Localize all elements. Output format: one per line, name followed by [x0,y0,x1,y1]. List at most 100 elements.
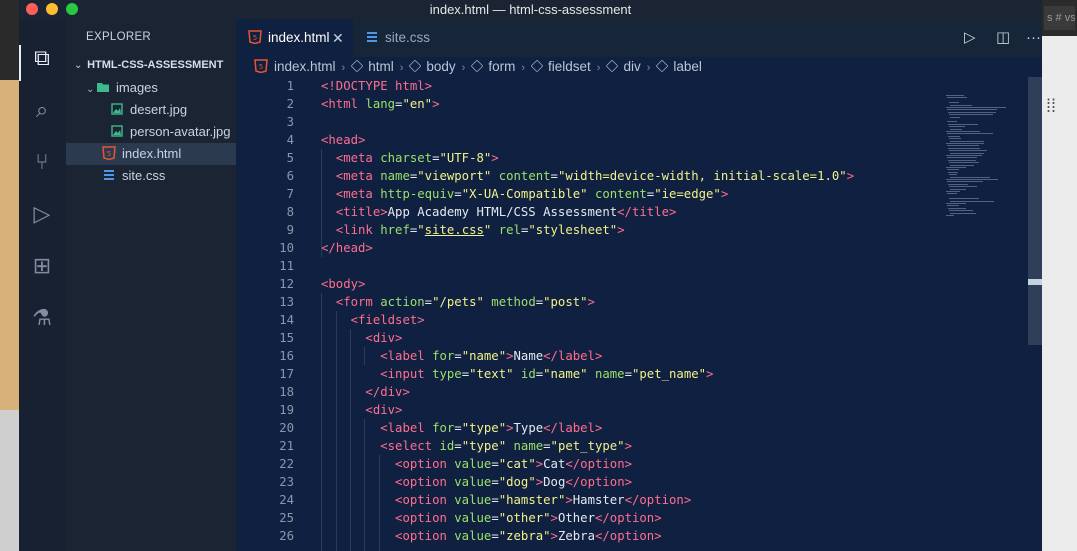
code-editor[interactable]: 1 <!DOCTYPE html> 2 <html lang="en"> 3 4 <head… [236,77,936,551]
image-file-icon [110,124,130,139]
code-line[interactable]: 11 [236,257,936,275]
line-number: 22 [279,457,294,471]
code-line[interactable]: 14 <fieldset> [236,311,936,329]
indent-guide [350,329,351,551]
code-token: > [491,151,499,165]
code-line[interactable]: 6 <meta name="viewport" content="width=d… [236,167,936,185]
vertical-scrollbar[interactable] [1028,77,1042,345]
svg-text:5: 5 [107,150,111,158]
search-icon[interactable]: ⌕ [29,97,55,123]
code-line[interactable]: 23 <option value="dog">Dog</option> [236,473,936,491]
flask-icon[interactable]: ⚗ [29,305,55,331]
minimap-line [947,133,993,135]
split-editor-icon[interactable]: ◫ [996,19,1010,57]
code-line[interactable]: 26 <option value="zebra">Zebra</option> [236,527,936,545]
code-token: "text" [469,367,514,381]
extensions-icon[interactable]: ⊞ [29,253,55,279]
element-symbol-icon [409,59,422,73]
css-icon [367,32,377,42]
code-text: <div> [321,329,402,347]
code-line[interactable]: 20 <label for="type">Type</label> [236,419,936,437]
tab-site-css[interactable]: site.css [353,19,473,57]
code-token: = [454,421,462,435]
minimap-line [946,215,954,216]
breadcrumb-item[interactable]: label [656,57,702,77]
code-line[interactable]: 12 <body> [236,275,936,293]
line-number: 3 [286,115,294,129]
line-number: 10 [279,241,294,255]
minimap-line [950,188,966,190]
breadcrumb-item[interactable]: form [470,57,516,77]
code-token: Dog [543,475,566,489]
code-line[interactable]: 8 <title>App Academy HTML/CSS Assessment… [236,203,936,221]
code-line[interactable]: 16 <label for="name">Name</label> [236,347,936,365]
minimap-line [949,126,965,128]
line-number: 18 [279,385,294,399]
breadcrumb-item[interactable]: html [350,57,394,77]
code-line[interactable]: 2 <html lang="en"> [236,95,936,113]
code-line[interactable]: 3 [236,113,936,131]
close-tab-icon[interactable]: ✕ [332,19,344,57]
tree-item[interactable]: person-avatar.jpg [66,121,236,143]
chevron-down-icon: ⌄ [86,84,95,95]
code-line[interactable]: 5 <meta charset="UTF-8"> [236,149,936,167]
code-line[interactable]: 22 <option value="cat">Cat</option> [236,455,936,473]
code-line[interactable]: 24 <option value="hamster">Hamster</opti… [236,491,936,509]
breadcrumb-item[interactable]: div [606,57,641,77]
code-token: <option [395,457,455,471]
code-line[interactable]: 1 <!DOCTYPE html> [236,77,936,95]
code-line[interactable]: 21 <select id="type" name="pet_type"> [236,437,936,455]
code-line[interactable]: 10 </head> [236,239,936,257]
code-token: "cat" [498,457,536,471]
tab-index-html[interactable]: 5 index.html ✕ [236,19,353,57]
code-token: <html [321,97,366,111]
code-token: <!DOCTYPE html> [321,79,433,93]
source-control-icon[interactable]: ⑂ [29,149,55,175]
tree-item[interactable]: desert.jpg [66,99,236,121]
code-token: "other" [498,511,551,525]
code-token: <option [395,475,455,489]
files-icon[interactable]: ⧉ [29,45,55,71]
code-line[interactable]: 4 <head> [236,131,936,149]
code-token: <body> [321,277,366,291]
tree-item[interactable]: site.css [66,165,236,187]
more-actions-icon[interactable]: ··· [1026,19,1041,57]
line-number: 20 [279,421,294,435]
code-line[interactable]: 15 <div> [236,329,936,347]
code-line[interactable]: 17 <input type="text" id="name" name="pe… [236,365,936,383]
tree-item[interactable]: 5 index.html [66,143,236,165]
run-icon[interactable]: ▷ [964,19,976,57]
code-line[interactable]: 7 <meta http-equiv="X-UA-Compatible" con… [236,185,936,203]
breadcrumb-label: form [488,59,516,74]
tree-item[interactable]: ⌄ images [66,77,236,99]
minimap-line [950,104,972,106]
line-number: 1 [286,79,294,93]
minimap-line [946,143,984,144]
breadcrumb-item[interactable]: fieldset [530,57,591,77]
code-line[interactable]: 13 <form action="/pets" method="post"> [236,293,936,311]
minimap-line [948,147,980,149]
code-line[interactable]: 25 <option value="other">Other</option> [236,509,936,527]
breadcrumb-item[interactable]: 5 index.html [254,57,336,77]
minimap-line [950,128,962,130]
breadcrumb-item[interactable]: body [409,57,456,77]
minimap[interactable] [936,77,1042,551]
code-line[interactable]: 19 <div> [236,401,936,419]
minimap-line [949,198,979,200]
code-token: <div> [365,403,403,417]
code-text: <select id="type" name="pet_type"> [321,437,632,455]
element-symbol-icon [530,59,544,73]
line-number: 7 [286,187,294,201]
code-token: site.css [424,223,484,237]
code-line[interactable]: 18 </div> [236,383,936,401]
project-folder-header[interactable]: ⌄ HTML-CSS-ASSESSMENT [66,55,236,75]
background-tab[interactable]: s # vs [1044,6,1075,30]
breadcrumb-label: index.html [274,59,336,74]
run-debug-icon[interactable]: ▷ [29,201,55,227]
code-token: href [380,223,410,237]
code-line[interactable]: 9 <link href="site.css" rel="stylesheet"… [236,221,936,239]
code-token: "name" [543,367,588,381]
